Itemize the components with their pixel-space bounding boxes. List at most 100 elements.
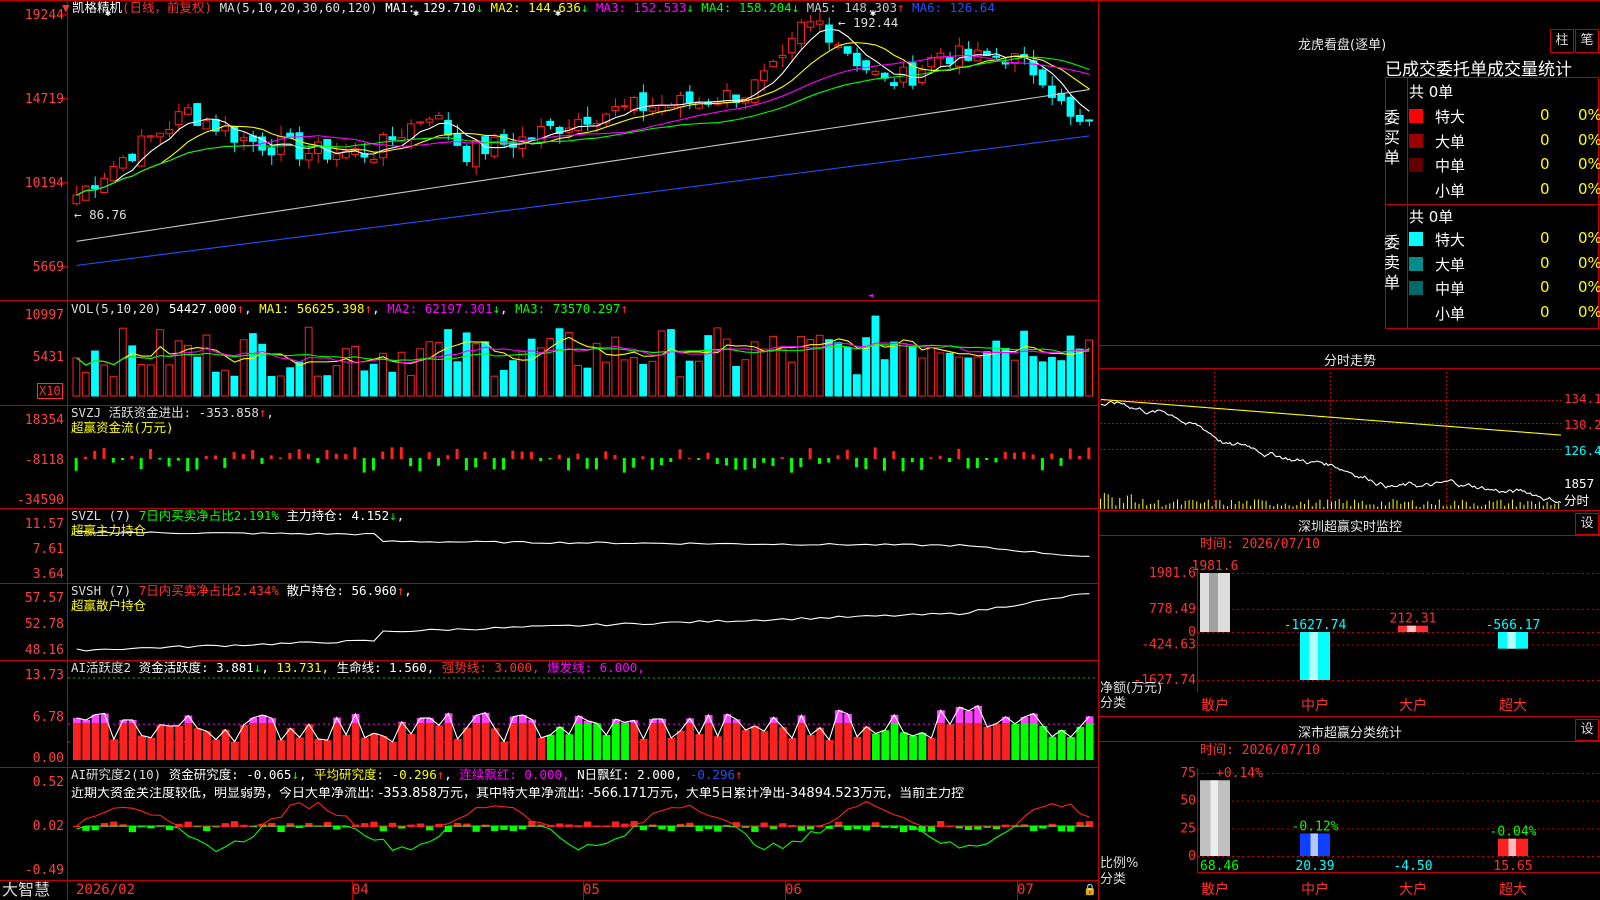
- fenshi-volume-bar: [1250, 505, 1252, 509]
- moneyflow-bar: [186, 458, 190, 472]
- row-label: 中单: [1435, 157, 1466, 175]
- volume-bar: [332, 365, 341, 397]
- moneyflow-bar: [288, 452, 292, 459]
- sz-realtime-settings-button[interactable]: 设: [1575, 513, 1599, 535]
- x-category-label: 中户: [1301, 697, 1329, 714]
- ai2-bar: [295, 737, 304, 760]
- lock-icon[interactable]: 🔒: [1083, 883, 1097, 897]
- sz-realtime-axis-name: 净额(万元): [1100, 681, 1163, 696]
- ai2-strong-line: 强势线: 3.000,: [441, 660, 540, 675]
- row-percent: 0%: [1578, 130, 1600, 149]
- fenshi-volume-bar: [1130, 494, 1132, 509]
- research-line-green: [76, 825, 1090, 853]
- tick-mode-button[interactable]: 笔: [1575, 29, 1599, 53]
- volume-bar: [880, 359, 889, 397]
- fenshi-volume-bar: [1338, 499, 1340, 509]
- ai-research-value: 资金研究度: -0.065: [168, 767, 292, 782]
- vol-unit-badge[interactable]: X10: [37, 383, 63, 399]
- volume-bar: [453, 361, 462, 397]
- moneyflow-bar: [808, 448, 812, 459]
- ai2-bar: [751, 726, 760, 760]
- candle-body: [787, 37, 796, 54]
- candle-body: [945, 57, 954, 65]
- ma-legend-item: MA4: 158.204: [693, 0, 792, 15]
- volume-bar: [983, 351, 991, 397]
- candle-body: [239, 137, 248, 141]
- sz-class-settings-button[interactable]: 设: [1575, 719, 1599, 741]
- svsh-label: 57.57: [24, 591, 64, 606]
- research-bar: [379, 826, 387, 832]
- ma5-line: [76, 88, 1090, 242]
- candle-body: [843, 46, 852, 54]
- sz-realtime-title: 深圳超赢实时监控: [1297, 520, 1402, 535]
- moneyflow-bar: [817, 458, 821, 464]
- ma-legend-item: MA1: 129.710: [385, 0, 476, 15]
- y-tick-label: 1981.6: [1149, 566, 1196, 581]
- volume-bar: [360, 370, 369, 397]
- research-bar: [797, 826, 805, 831]
- moneyflow-bar: [994, 458, 998, 463]
- brand-label: 大智慧: [2, 880, 51, 899]
- moneyflow-bar: [790, 458, 794, 473]
- price-label: 5669: [32, 260, 64, 275]
- volume-bar: [444, 329, 452, 397]
- fenshi-volume-bar: [1173, 501, 1175, 509]
- volume-bar: [499, 369, 508, 397]
- main-canvas[interactable]: ✱ ✱ ✱ ✱1981.6778.490-424.63-1627.741981.6散户…: [0, 0, 1600, 900]
- volume-bar: [602, 361, 610, 397]
- research-bar: [128, 826, 137, 833]
- ai2-bar: [370, 733, 379, 760]
- ma-legend-label: MA(5,10,20,30,60,120): [219, 0, 378, 15]
- ai2-bar: [82, 722, 91, 760]
- volume-bar: [917, 357, 926, 397]
- volume-bar: [295, 361, 304, 397]
- y-tick-label: 50: [1180, 794, 1196, 809]
- bar-mode-button[interactable]: 柱: [1550, 29, 1574, 53]
- moneyflow-bar: [464, 458, 468, 471]
- fenshi-volume-bar: [1496, 500, 1498, 509]
- ai2-bar: [100, 722, 109, 760]
- volume-bar: [694, 360, 703, 397]
- ai-research-last: -0.296: [689, 767, 736, 782]
- ai2-bar: [91, 722, 100, 760]
- research-bar: [714, 826, 722, 832]
- ma-legend-items: MA1: 129.710↓ MA2: 144.636↓ MA3: 152.533…: [385, 0, 995, 15]
- volume-bar: [156, 329, 164, 397]
- ai2-bar: [193, 728, 202, 760]
- research-bar: [695, 826, 703, 832]
- volume-bar: [629, 357, 638, 397]
- fenshi-volume-bar: [1531, 501, 1533, 509]
- ai2-bar: [528, 722, 537, 760]
- moneyflow-bar: [864, 458, 868, 470]
- volume-bar: [323, 375, 332, 397]
- candle-body: [574, 119, 583, 132]
- moneyflow-bar: [158, 458, 162, 460]
- moneyflow-bar: [362, 458, 366, 473]
- ai2-bar: [658, 722, 667, 760]
- fenshi-volume-bar: [1404, 501, 1406, 509]
- row-label: 特大: [1435, 231, 1466, 249]
- row-percent: 0%: [1578, 302, 1600, 321]
- vol-legend: VOL(5,10,20) 54427.000↑, MA1: 56625.398↑…: [71, 301, 628, 316]
- row-label: 小单: [1435, 304, 1466, 323]
- fenshi-volume-bar: [1492, 501, 1494, 509]
- moneyflow-bar: [613, 455, 617, 459]
- fenshi-volume-bar: [1219, 500, 1221, 509]
- moneyflow-bar: [297, 449, 301, 459]
- svsh-legend: SVSH (7) 7日内买卖净占比2.434% 散户持仓: 56.960↑,: [71, 583, 412, 598]
- candle-body: [620, 105, 629, 108]
- ai-research-label: 0.52: [32, 775, 64, 790]
- ai2-bar: [268, 722, 276, 760]
- moneyflow-bar: [381, 451, 385, 459]
- x-category-label: 散户: [1201, 697, 1229, 714]
- ai2-bar: [426, 722, 434, 760]
- fenshi-volume-bar: [1384, 505, 1386, 509]
- ai2-bar: [639, 738, 648, 760]
- moneyflow-bar: [687, 457, 691, 459]
- fenshi-volume-bar: [1123, 503, 1125, 509]
- volume-bar: [927, 346, 936, 397]
- moneyflow-bar: [167, 458, 171, 467]
- fenshi-volume-bar: [1508, 503, 1510, 509]
- volume-bar: [137, 364, 146, 397]
- fenshi-volume-bar: [1246, 500, 1248, 509]
